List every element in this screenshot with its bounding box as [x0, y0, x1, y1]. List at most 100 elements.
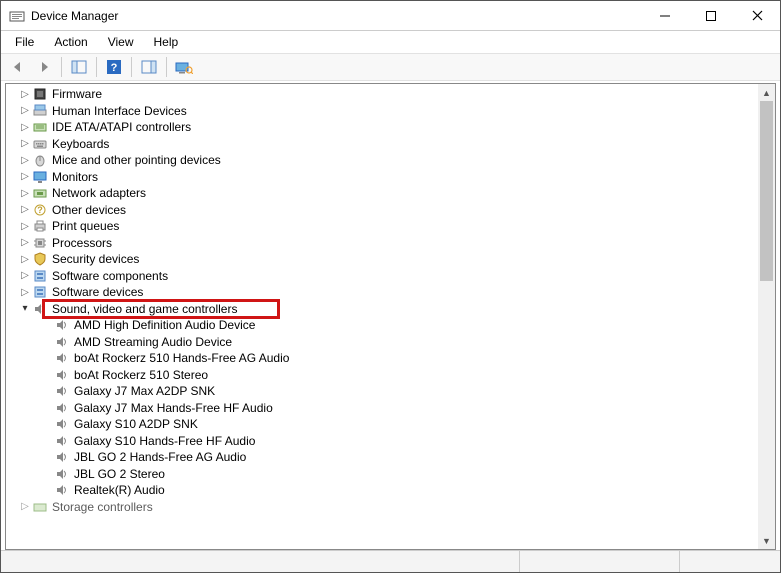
expand-icon[interactable]: ▷ [18, 188, 32, 199]
device-boat-stereo[interactable]: boAt Rockerz 510 Stereo [6, 367, 758, 384]
status-section [1, 551, 520, 572]
actions-pane-button[interactable] [138, 56, 160, 78]
sound-icon [32, 301, 48, 317]
keyboard-icon [32, 136, 48, 152]
expand-icon[interactable]: ▷ [18, 204, 32, 215]
expand-icon[interactable]: ▷ [18, 254, 32, 265]
toolbar-separator [96, 57, 97, 77]
category-security[interactable]: ▷ Security devices [6, 251, 758, 268]
category-keyboards[interactable]: ▷ Keyboards [6, 136, 758, 153]
device-tree[interactable]: ▷ Firmware ▷ Human Interface Devices ▷ I… [6, 84, 758, 549]
window-title: Device Manager [31, 9, 118, 23]
other-icon: ? [32, 202, 48, 218]
device-amd-streaming[interactable]: AMD Streaming Audio Device [6, 334, 758, 351]
expand-icon[interactable]: ▷ [18, 155, 32, 166]
menubar: File Action View Help [1, 31, 780, 53]
category-printers[interactable]: ▷ Print queues [6, 218, 758, 235]
category-label: IDE ATA/ATAPI controllers [52, 120, 191, 134]
back-button[interactable] [7, 56, 29, 78]
toolbar-separator [131, 57, 132, 77]
toolbar-separator [166, 57, 167, 77]
menu-action[interactable]: Action [46, 33, 95, 51]
category-storage[interactable]: ▷ Storage controllers [6, 499, 758, 516]
scroll-thumb[interactable] [760, 101, 773, 281]
forward-button[interactable] [33, 56, 55, 78]
device-j7-hf[interactable]: Galaxy J7 Max Hands-Free HF Audio [6, 400, 758, 417]
sound-icon [54, 317, 70, 333]
category-software-devices[interactable]: ▷ Software devices [6, 284, 758, 301]
tree-content: ▷ Firmware ▷ Human Interface Devices ▷ I… [5, 83, 776, 550]
expand-icon[interactable]: ▷ [18, 138, 32, 149]
category-label: Software components [52, 269, 168, 283]
software-device-icon [32, 284, 48, 300]
sound-icon [54, 482, 70, 498]
scroll-down-icon[interactable]: ▼ [758, 532, 775, 549]
category-ide[interactable]: ▷ IDE ATA/ATAPI controllers [6, 119, 758, 136]
help-button[interactable]: ? [103, 56, 125, 78]
category-processors[interactable]: ▷ Processors [6, 235, 758, 252]
device-label: JBL GO 2 Stereo [74, 467, 165, 481]
expand-icon[interactable]: ▷ [18, 221, 32, 232]
category-mice[interactable]: ▷ Mice and other pointing devices [6, 152, 758, 169]
processor-icon [32, 235, 48, 251]
device-s10-a2dp[interactable]: Galaxy S10 A2DP SNK [6, 416, 758, 433]
category-firmware[interactable]: ▷ Firmware [6, 86, 758, 103]
category-label: Print queues [52, 219, 119, 233]
device-j7-a2dp[interactable]: Galaxy J7 Max A2DP SNK [6, 383, 758, 400]
svg-text:?: ? [111, 62, 118, 74]
scan-hardware-button[interactable] [173, 56, 195, 78]
toolbar: ? [1, 53, 780, 81]
device-jbl-stereo[interactable]: JBL GO 2 Stereo [6, 466, 758, 483]
expand-icon[interactable]: ▷ [18, 237, 32, 248]
category-hid[interactable]: ▷ Human Interface Devices [6, 103, 758, 120]
show-hide-console-tree-button[interactable] [68, 56, 90, 78]
category-monitors[interactable]: ▷ Monitors [6, 169, 758, 186]
statusbar [1, 550, 780, 572]
scroll-up-icon[interactable]: ▲ [758, 84, 775, 101]
device-jbl-ag[interactable]: JBL GO 2 Hands-Free AG Audio [6, 449, 758, 466]
expand-icon[interactable]: ▷ [18, 501, 32, 512]
category-other[interactable]: ▷ ? Other devices [6, 202, 758, 219]
close-button[interactable] [734, 1, 780, 31]
expand-icon[interactable]: ▷ [18, 89, 32, 100]
category-label: Processors [52, 236, 112, 250]
category-sound[interactable]: ▾ Sound, video and game controllers [6, 301, 758, 318]
device-boat-ag[interactable]: boAt Rockerz 510 Hands-Free AG Audio [6, 350, 758, 367]
menu-help[interactable]: Help [146, 33, 187, 51]
security-icon [32, 251, 48, 267]
device-amd-hd-audio[interactable]: AMD High Definition Audio Device [6, 317, 758, 334]
device-label: Galaxy S10 Hands-Free HF Audio [74, 434, 255, 448]
network-icon [32, 185, 48, 201]
category-label: Firmware [52, 87, 102, 101]
sound-icon [54, 466, 70, 482]
device-label: Realtek(R) Audio [74, 483, 165, 497]
expand-icon[interactable]: ▷ [18, 122, 32, 133]
category-software-components[interactable]: ▷ Software components [6, 268, 758, 285]
menu-file[interactable]: File [7, 33, 42, 51]
app-icon [9, 8, 25, 24]
maximize-button[interactable] [688, 1, 734, 31]
category-network[interactable]: ▷ Network adapters [6, 185, 758, 202]
storage-icon [32, 499, 48, 515]
vertical-scrollbar[interactable]: ▲ ▼ [758, 84, 775, 549]
device-realtek[interactable]: Realtek(R) Audio [6, 482, 758, 499]
device-s10-hf[interactable]: Galaxy S10 Hands-Free HF Audio [6, 433, 758, 450]
collapse-icon[interactable]: ▾ [18, 303, 32, 314]
category-label: Software devices [52, 285, 143, 299]
expand-icon[interactable]: ▷ [18, 171, 32, 182]
device-label: AMD Streaming Audio Device [74, 335, 232, 349]
software-component-icon [32, 268, 48, 284]
hid-icon [32, 103, 48, 119]
scroll-track[interactable] [758, 101, 775, 532]
expand-icon[interactable]: ▷ [18, 105, 32, 116]
expand-icon[interactable]: ▷ [18, 270, 32, 281]
sound-icon [54, 416, 70, 432]
category-label: Security devices [52, 252, 139, 266]
minimize-button[interactable] [642, 1, 688, 31]
device-label: JBL GO 2 Hands-Free AG Audio [74, 450, 246, 464]
sound-icon [54, 433, 70, 449]
device-label: Galaxy J7 Max Hands-Free HF Audio [74, 401, 273, 415]
expand-icon[interactable]: ▷ [18, 287, 32, 298]
menu-view[interactable]: View [100, 33, 142, 51]
titlebar: Device Manager [1, 1, 780, 31]
